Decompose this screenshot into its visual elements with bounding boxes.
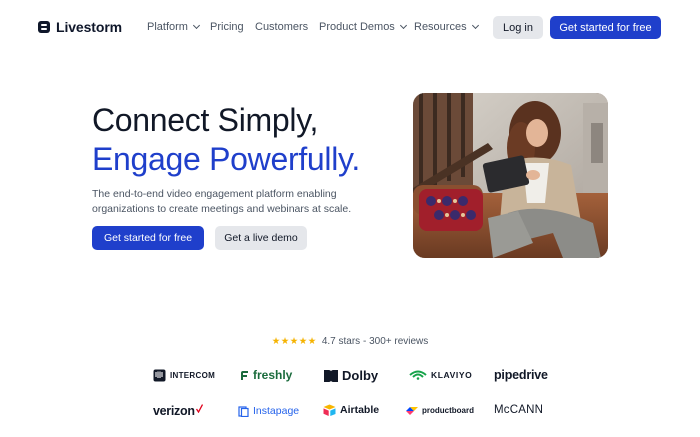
nav-item-pricing[interactable]: Pricing: [210, 21, 255, 33]
productboard-icon: [406, 406, 418, 415]
klaviyo-logo: KLAVIYO: [409, 370, 472, 380]
freshly-logo: freshly: [240, 368, 292, 382]
hero-title-line-1: Connect Simply,: [92, 102, 319, 138]
instapage-logo: Instapage: [238, 405, 299, 417]
mccann-logo: McCANN: [494, 404, 543, 416]
nav-item-label: Product Demos: [319, 21, 395, 33]
nav-item-label: Customers: [255, 21, 309, 33]
dolby-wordmark: Dolby: [342, 368, 379, 383]
chevron-down-icon: [192, 21, 201, 30]
pipedrive-logo: pipedrive: [494, 368, 548, 382]
verizon-wordmark: verizon: [153, 404, 195, 418]
reviews-rating: ★★★★★ 4.7 stars - 300+ reviews: [0, 336, 700, 347]
livestorm-logo-icon: [38, 21, 50, 33]
star-rating-icon: ★★★★★: [271, 336, 317, 347]
brand-logo[interactable]: Livestorm: [38, 19, 122, 35]
airtable-logo: Airtable: [323, 404, 379, 416]
login-button[interactable]: Log in: [493, 16, 543, 39]
hero-subtitle: The end-to-end video engagement platform…: [92, 188, 352, 215]
instapage-wordmark: Instapage: [253, 405, 300, 417]
airtable-wordmark: Airtable: [340, 404, 380, 416]
hero-photo: [413, 93, 608, 258]
pipedrive-wordmark: pipedrive: [494, 368, 548, 382]
productboard-wordmark: productboard: [422, 406, 474, 415]
hero-title-line-2: Engage Powerfully.: [92, 141, 360, 177]
dolby-logo: Dolby: [324, 368, 378, 383]
klaviyo-flag-icon: [409, 370, 427, 380]
get-started-nav-button[interactable]: Get started for free: [550, 16, 661, 39]
intercom-icon: [153, 369, 166, 382]
verizon-check-icon: [195, 403, 203, 413]
chevron-down-icon: [471, 21, 479, 30]
nav-item-product-demos[interactable]: Product Demos: [319, 21, 414, 33]
chevron-down-icon: [399, 21, 407, 30]
intercom-logo: INTERCOM: [153, 369, 215, 382]
nav-item-label: Pricing: [210, 21, 244, 33]
verizon-logo: verizon: [153, 403, 203, 418]
productboard-logo: productboard: [406, 406, 474, 415]
nav-item-platform[interactable]: Platform: [147, 21, 210, 33]
instapage-icon: [238, 405, 249, 417]
nav-item-customers[interactable]: Customers: [255, 21, 319, 33]
brand-name: Livestorm: [56, 19, 123, 35]
get-started-hero-button[interactable]: Get started for free: [92, 226, 204, 250]
nav-links: Platform Pricing Customers Product Demos…: [147, 21, 484, 33]
mccann-wordmark: McCANN: [494, 404, 544, 416]
freshly-leaf-icon: [241, 370, 248, 380]
klaviyo-wordmark: KLAVIYO: [431, 370, 473, 380]
freshly-wordmark: freshly: [253, 368, 293, 382]
intercom-wordmark: INTERCOM: [170, 371, 216, 380]
live-demo-button[interactable]: Get a live demo: [215, 226, 307, 250]
nav-item-label: Resources: [414, 21, 467, 33]
nav-item-resources[interactable]: Resources: [414, 21, 484, 33]
nav-item-label: Platform: [147, 21, 188, 33]
airtable-icon: [323, 404, 336, 416]
rating-text: 4.7 stars - 300+ reviews: [321, 336, 429, 347]
top-navigation: Livestorm Platform Pricing Customers Pro…: [0, 0, 700, 54]
dolby-icon: [324, 369, 338, 382]
